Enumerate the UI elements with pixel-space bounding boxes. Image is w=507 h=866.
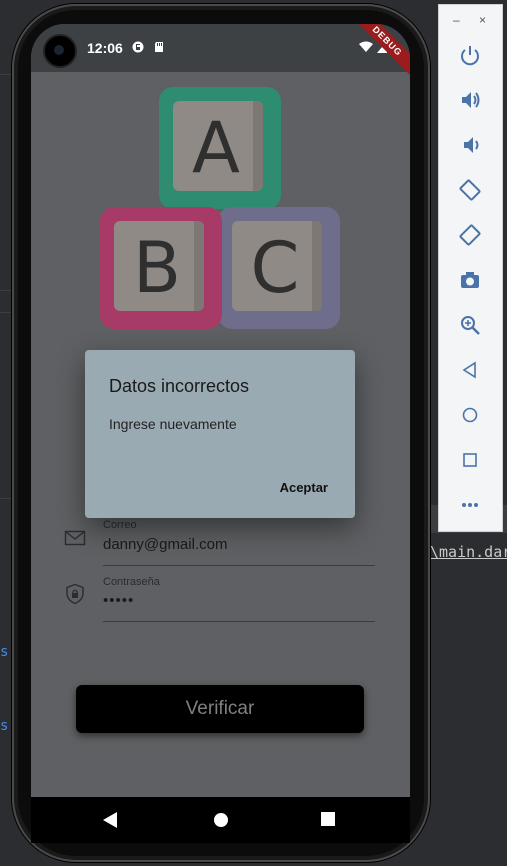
android-nav-bar <box>31 797 410 843</box>
wifi-icon <box>359 41 373 52</box>
overview-icon[interactable] <box>457 447 483 473</box>
dialog-message: Ingrese nuevamente <box>109 416 237 432</box>
back-nav-icon[interactable] <box>103 812 118 828</box>
logo-block-a: A <box>159 87 281 209</box>
zoom-icon[interactable] <box>457 312 483 338</box>
block-letter: B <box>132 227 182 309</box>
front-camera <box>45 36 75 66</box>
sd-card-icon <box>155 42 163 52</box>
password-label: Contraseña <box>103 576 160 588</box>
home-icon[interactable] <box>457 402 483 428</box>
close-button[interactable]: × <box>479 13 486 27</box>
more-icon[interactable] <box>457 492 483 518</box>
ide-code-text[interactable]: \main.dar <box>430 543 507 561</box>
volume-up-icon[interactable] <box>457 87 483 113</box>
minimize-button[interactable]: – <box>453 13 460 27</box>
password-field[interactable]: ••••• <box>103 592 134 609</box>
verify-button[interactable]: Verificar <box>76 685 364 733</box>
email-underline <box>103 565 375 566</box>
dialog-title: Datos incorrectos <box>109 376 250 396</box>
ide-link[interactable]: s <box>0 718 8 734</box>
volume-down-icon[interactable] <box>457 132 483 158</box>
status-bar: 12:06 DEBUG <box>31 24 410 79</box>
ide-link[interactable]: s <box>0 644 8 660</box>
app-notification-icon <box>132 41 144 53</box>
lock-icon <box>66 583 84 605</box>
camera-icon[interactable] <box>457 267 483 293</box>
block-letter: C <box>250 227 300 309</box>
accept-button[interactable]: Aceptar <box>280 480 328 495</box>
email-field[interactable]: danny@gmail.com <box>103 536 227 553</box>
logo-block-b: B <box>100 207 222 329</box>
status-time: 12:06 <box>87 40 123 56</box>
overview-nav-icon[interactable] <box>321 812 335 826</box>
home-nav-icon[interactable] <box>213 812 229 828</box>
mail-icon <box>64 530 86 546</box>
block-letter: A <box>192 107 240 189</box>
logo-block-c: C <box>218 207 340 329</box>
emulator-toolbar: – × <box>438 4 503 532</box>
alert-dialog: Datos incorrectos Ingrese nuevamente Ace… <box>85 350 355 518</box>
email-label: Correo <box>103 519 137 531</box>
phone-screen: 12:06 DEBUG A C B Correo danny@gmail.com… <box>31 24 410 797</box>
rotate-left-icon[interactable] <box>457 177 483 203</box>
rotate-right-icon[interactable] <box>457 222 483 248</box>
power-icon[interactable] <box>457 42 483 68</box>
back-icon[interactable] <box>457 357 483 383</box>
password-underline <box>103 621 375 622</box>
